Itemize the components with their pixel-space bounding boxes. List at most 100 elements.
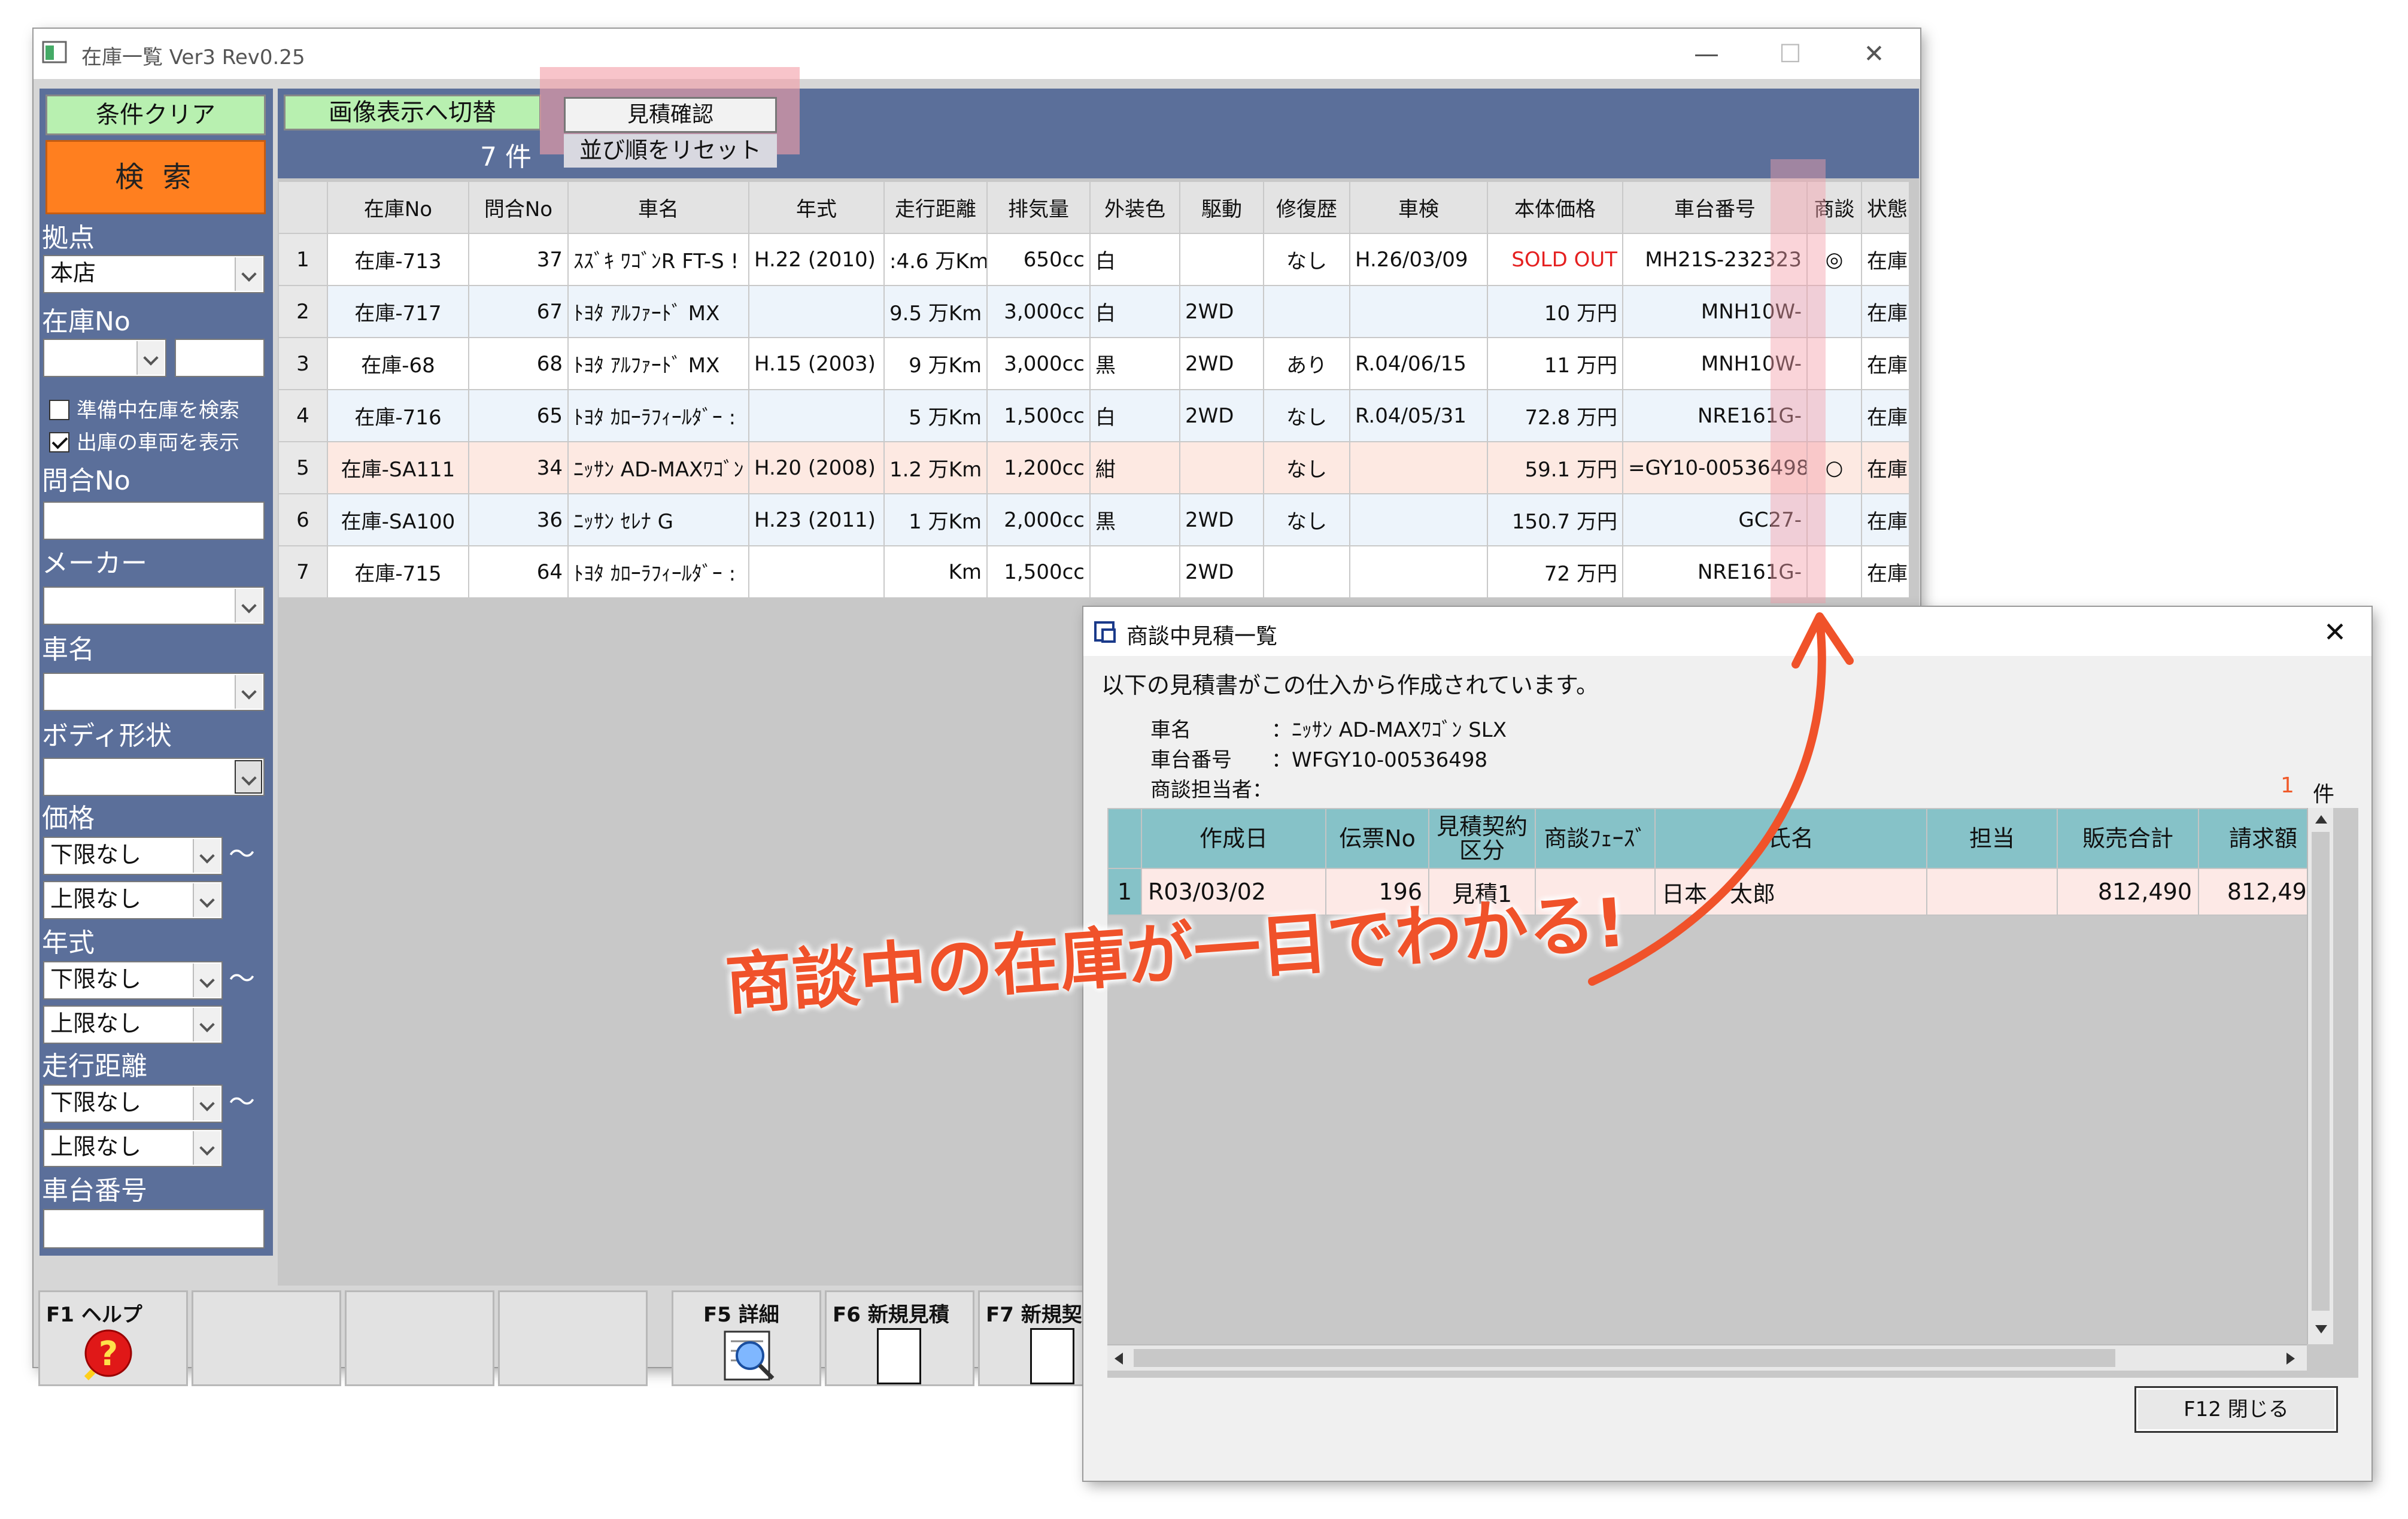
estimate-check-button[interactable]: 見積確認: [564, 97, 777, 133]
table-row[interactable]: 1 在庫-713 37 ｽｽﾞｷ ﾜｺﾞﾝR FT-S ! H.22 (2010):4.…: [278, 233, 1910, 286]
scroll-down-icon[interactable]: [2315, 1325, 2327, 1333]
inquiry-no-input[interactable]: [43, 502, 265, 540]
f5-detail-button[interactable]: F5 詳細: [672, 1290, 821, 1386]
table-cell: 65: [468, 389, 569, 442]
chevron-down-icon[interactable]: [235, 257, 262, 291]
chevron-down-icon[interactable]: [136, 341, 164, 375]
chevron-down-icon[interactable]: [235, 760, 262, 794]
table-row[interactable]: 4 在庫-716 65 ﾄﾖﾀ ｶﾛｰﾗﾌｨｰﾙﾀﾞｰ : 5 万Km 1,500cc 白 2…: [278, 389, 1910, 442]
column-header[interactable]: 状態: [1861, 181, 1910, 234]
table-cell: ﾄﾖﾀ ｱﾙﾌｧｰﾄﾞ MX: [567, 337, 749, 390]
price-min-select[interactable]: 下限なし: [43, 837, 223, 875]
column-header[interactable]: 販売合計: [2057, 808, 2199, 869]
table-cell: 在庫-SA111: [327, 441, 469, 494]
close-icon[interactable]: ✕: [2314, 615, 2356, 649]
preparing-stock-checkbox[interactable]: [49, 400, 69, 420]
chevron-down-icon[interactable]: [193, 1008, 220, 1041]
table-cell: 2,000cc: [986, 493, 1091, 546]
column-header[interactable]: 年式: [748, 181, 885, 234]
chassis-no-input[interactable]: [43, 1209, 265, 1248]
column-header[interactable]: 駆動: [1179, 181, 1264, 234]
f1-help-button[interactable]: F1 ヘルプ ?: [38, 1290, 188, 1386]
row-number: 6: [278, 493, 328, 546]
scroll-left-icon[interactable]: [1115, 1353, 1123, 1365]
table-cell: 2WD: [1179, 389, 1264, 442]
column-header[interactable]: 車名: [567, 181, 749, 234]
column-header[interactable]: 外装色: [1089, 181, 1180, 234]
table-cell: 2WD: [1179, 337, 1264, 390]
mileage-min-select[interactable]: 下限なし: [43, 1084, 223, 1123]
table-row[interactable]: 2 在庫-717 67 ﾄﾖﾀ ｱﾙﾌｧｰﾄﾞ MX 9.5 万Km 3,000cc 白 2W…: [278, 285, 1910, 338]
f3-empty-button[interactable]: [345, 1290, 494, 1386]
column-header[interactable]: 在庫No: [327, 181, 469, 234]
chevron-down-icon[interactable]: [193, 1087, 220, 1120]
column-header[interactable]: 排気量: [986, 181, 1091, 234]
f2-empty-button[interactable]: [192, 1290, 341, 1386]
column-header[interactable]: 伝票No: [1325, 808, 1429, 869]
f4-empty-button[interactable]: [498, 1290, 648, 1386]
column-header[interactable]: 走行距離: [883, 181, 988, 234]
car-name-select[interactable]: [43, 673, 265, 711]
vertical-scrollbar[interactable]: [2307, 808, 2333, 1344]
column-header[interactable]: 車検: [1349, 181, 1488, 234]
column-header[interactable]: 修復歴: [1263, 181, 1350, 234]
table-cell: なし: [1263, 233, 1350, 286]
minimize-icon[interactable]: —: [1686, 37, 1727, 71]
column-header[interactable]: 作成日: [1141, 808, 1326, 869]
table-cell: 紺: [1089, 441, 1180, 494]
table-cell: 黒: [1089, 337, 1180, 390]
image-toggle-button[interactable]: 画像表示へ切替: [284, 95, 541, 130]
chevron-down-icon[interactable]: [193, 839, 220, 873]
chevron-down-icon[interactable]: [193, 964, 220, 997]
close-dialog-button[interactable]: F12 閉じる: [2134, 1386, 2338, 1433]
table-cell: H.22 (2010): [748, 233, 885, 286]
chevron-down-icon[interactable]: [235, 589, 262, 622]
chevron-down-icon[interactable]: [193, 883, 220, 917]
scroll-thumb[interactable]: [1134, 1349, 2115, 1367]
row-number: 3: [278, 337, 328, 390]
search-button[interactable]: 検 索: [45, 140, 266, 214]
scroll-right-icon[interactable]: [2286, 1353, 2295, 1365]
price-max-select[interactable]: 上限なし: [43, 881, 223, 919]
f7-label: F7 新規契: [986, 1303, 1082, 1327]
table-row[interactable]: 7 在庫-715 64 ﾄﾖﾀ ｶﾛｰﾗﾌｨｰﾙﾀﾞｰ : Km 1,500cc 2WD 72…: [278, 545, 1910, 599]
row-number-header: [278, 181, 328, 234]
table-cell: [748, 285, 885, 338]
year-max-select[interactable]: 上限なし: [43, 1005, 223, 1044]
table-cell: [1179, 441, 1264, 494]
mileage-max-select[interactable]: 上限なし: [43, 1129, 223, 1167]
horizontal-scrollbar[interactable]: [1107, 1344, 2307, 1371]
f7-new-contract-button[interactable]: F7 新規契: [978, 1290, 1086, 1386]
maximize-icon[interactable]: ☐: [1769, 37, 1811, 71]
reset-sort-button[interactable]: 並び順をリセット: [564, 134, 777, 168]
year-min-select[interactable]: 下限なし: [43, 961, 223, 999]
scroll-thumb[interactable]: [2312, 832, 2330, 1311]
column-header[interactable]: 問合No: [468, 181, 569, 234]
chevron-down-icon[interactable]: [235, 675, 262, 709]
table-row[interactable]: 5 在庫-SA111 34 ﾆｯｻﾝ AD-MAXﾜｺﾞﾝ H.20 (2008) 1.2…: [278, 441, 1910, 494]
f6-new-estimate-button[interactable]: F6 新規見積: [825, 1290, 974, 1386]
table-cell: なし: [1263, 493, 1350, 546]
chevron-down-icon[interactable]: [193, 1131, 220, 1165]
table-cell: [1089, 545, 1180, 599]
base-select[interactable]: 本店: [43, 255, 265, 293]
table-row[interactable]: 6 在庫-SA100 36 ﾆｯｻﾝ ｾﾚﾅ G H.23 (2011) 1 万Km 2,0…: [278, 493, 1910, 546]
stock-no-input[interactable]: [175, 339, 265, 377]
column-header[interactable]: 見積契約 区分: [1428, 808, 1536, 869]
maker-select[interactable]: [43, 587, 265, 625]
table-cell: ﾄﾖﾀ ｶﾛｰﾗﾌｨｰﾙﾀﾞｰ :: [567, 389, 749, 442]
body-type-select[interactable]: [43, 758, 265, 796]
table-cell: 在庫: [1861, 233, 1910, 286]
table-cell: [1349, 285, 1488, 338]
row-number: 7: [278, 545, 328, 599]
show-shipped-checkbox[interactable]: [49, 432, 69, 452]
stock-no-prefix-select[interactable]: [43, 339, 166, 377]
table-cell: 1,500cc: [986, 545, 1091, 599]
clear-conditions-button[interactable]: 条件クリア: [45, 95, 266, 135]
scroll-up-icon[interactable]: [2315, 815, 2327, 824]
close-icon[interactable]: ✕: [1853, 37, 1895, 71]
column-header[interactable]: 担当: [1926, 808, 2058, 869]
table-row[interactable]: 3 在庫-68 68 ﾄﾖﾀ ｱﾙﾌｧｰﾄﾞ MX H.15 (2003) 9 万Km 3,…: [278, 337, 1910, 390]
column-header[interactable]: 本体価格: [1487, 181, 1623, 234]
table-cell: R.04/06/15: [1349, 337, 1488, 390]
